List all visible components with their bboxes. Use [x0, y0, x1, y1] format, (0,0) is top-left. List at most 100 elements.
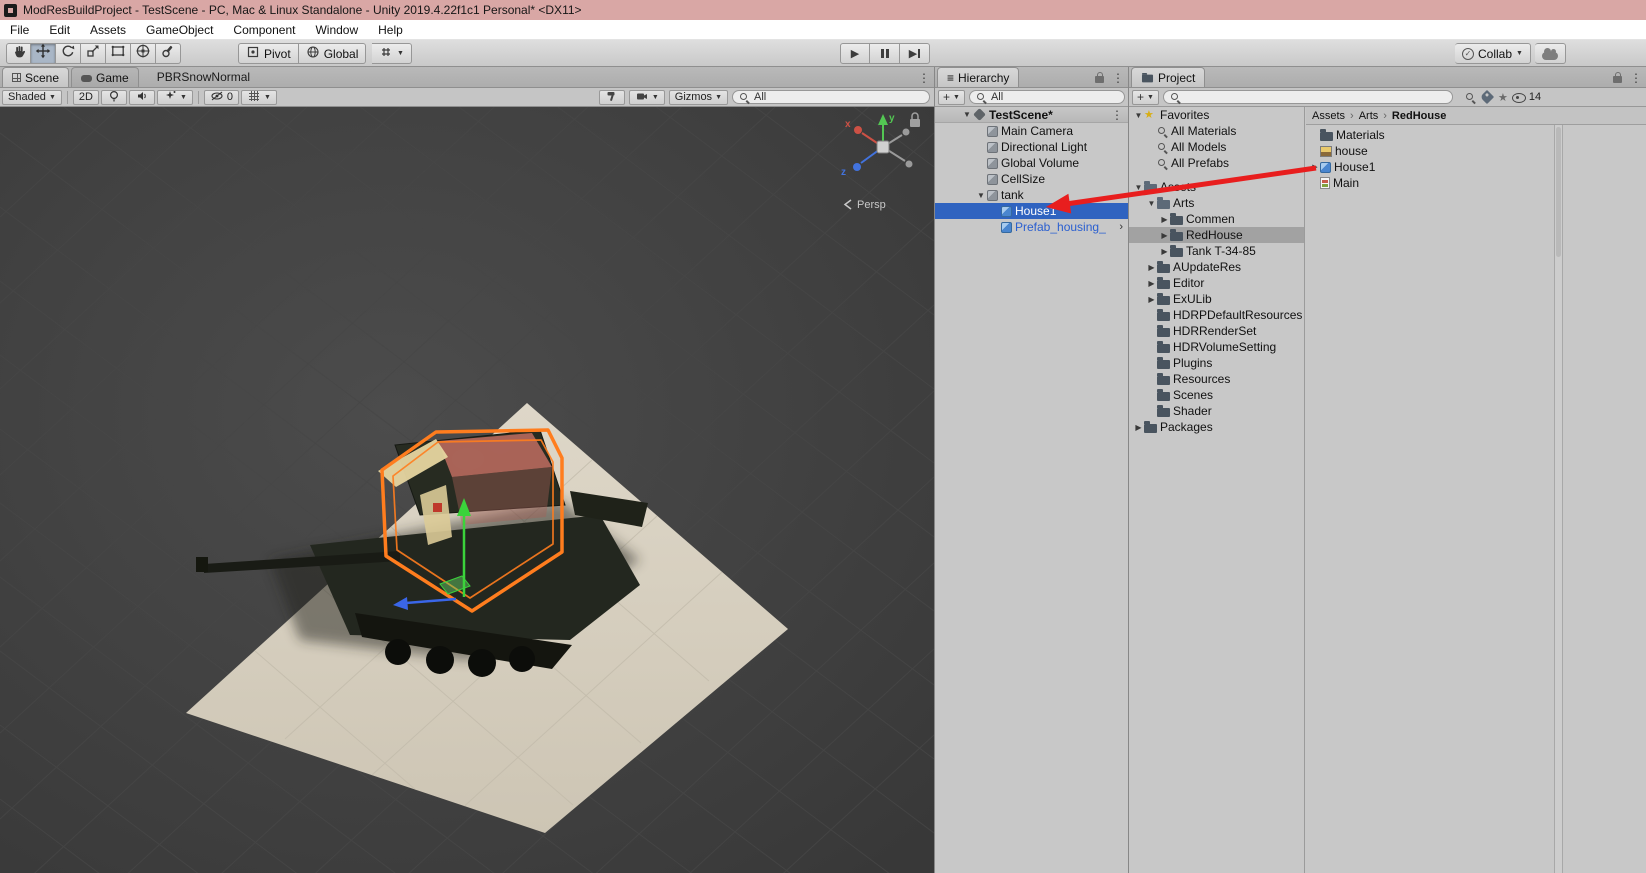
audio-toggle-button[interactable]: [129, 90, 155, 105]
expand-arrow[interactable]: ▼: [1146, 199, 1157, 208]
scene-search-input[interactable]: All: [732, 90, 930, 104]
lock-icon[interactable]: [1613, 76, 1622, 83]
hierarchy-row-testscene[interactable]: ▼TestScene*⋮: [935, 107, 1128, 123]
asset-row-house1[interactable]: ▶House1: [1306, 159, 1646, 175]
project-content-scrollbar[interactable]: [1554, 125, 1563, 873]
project-tree-row-plugins[interactable]: Plugins: [1129, 355, 1304, 371]
hierarchy-row-global-volume[interactable]: Global Volume: [935, 155, 1128, 171]
scene-options-icon[interactable]: ⋮: [918, 71, 930, 85]
project-tree-row-hdrrenderset[interactable]: HDRRenderSet: [1129, 323, 1304, 339]
tab-hierarchy[interactable]: ≡ Hierarchy: [937, 67, 1019, 87]
grid-snap-button[interactable]: ▼: [372, 43, 412, 64]
move-tool-button[interactable]: [31, 43, 56, 64]
scene-viewport[interactable]: y x z Persp: [0, 107, 934, 873]
search-by-type-icon[interactable]: [1465, 92, 1476, 103]
project-tree-row-commen[interactable]: ▶Commen: [1129, 211, 1304, 227]
expand-arrow[interactable]: ▼: [975, 191, 987, 200]
play-button[interactable]: ▶: [840, 43, 870, 64]
project-tree-row-aupdateres[interactable]: ▶AUpdateRes: [1129, 259, 1304, 275]
project-tree-row-favorites[interactable]: ▼★Favorites: [1129, 107, 1304, 123]
hierarchy-options-icon[interactable]: ⋮: [1112, 71, 1124, 85]
expand-arrow[interactable]: ▶: [1310, 163, 1320, 171]
cloud-services-button[interactable]: [1535, 43, 1566, 64]
search-by-label-icon[interactable]: [1480, 90, 1494, 104]
expand-arrow[interactable]: ▶: [1159, 215, 1170, 224]
save-search-icon[interactable]: ★: [1498, 91, 1508, 104]
expand-arrow[interactable]: ▶: [1146, 295, 1157, 304]
project-tree-row-shader[interactable]: Shader: [1129, 403, 1304, 419]
expand-arrow[interactable]: ▼: [1133, 183, 1144, 192]
project-search-input[interactable]: [1163, 90, 1453, 104]
hierarchy-row-directional-light[interactable]: Directional Light: [935, 139, 1128, 155]
expand-arrow[interactable]: ▶: [1159, 231, 1170, 240]
hierarchy-row-prefab-housing[interactable]: Prefab_housing_›: [935, 219, 1128, 235]
project-tree-row-arts[interactable]: ▼Arts: [1129, 195, 1304, 211]
hierarchy-row-cellsize[interactable]: CellSize: [935, 171, 1128, 187]
project-tree-row-editor[interactable]: ▶Editor: [1129, 275, 1304, 291]
rotate-tool-button[interactable]: [56, 43, 81, 64]
breadcrumb-assets[interactable]: Assets: [1312, 110, 1345, 122]
project-tree-row-redhouse[interactable]: ▶RedHouse: [1129, 227, 1304, 243]
hidden-packages-toggle[interactable]: 14: [1512, 91, 1541, 103]
draw-mode-dropdown[interactable]: Shaded ▼: [2, 90, 62, 105]
menu-file[interactable]: File: [0, 21, 39, 39]
asset-row-main[interactable]: Main: [1306, 175, 1646, 191]
asset-row-materials[interactable]: Materials: [1306, 127, 1646, 143]
project-tree-row-packages[interactable]: ▶Packages: [1129, 419, 1304, 435]
collab-button[interactable]: ✓ Collab ▼: [1455, 43, 1531, 64]
persp-label[interactable]: Persp: [857, 199, 886, 211]
lock-icon[interactable]: [1095, 76, 1104, 83]
hierarchy-row-tank[interactable]: ▼tank: [935, 187, 1128, 203]
expand-arrow[interactable]: ▶: [1146, 279, 1157, 288]
project-tree-row-scenes[interactable]: Scenes: [1129, 387, 1304, 403]
project-tree-row-hdrvolumesetting[interactable]: HDRVolumeSetting: [1129, 339, 1304, 355]
expand-arrow[interactable]: ▶: [1146, 263, 1157, 272]
tab-scene[interactable]: Scene: [2, 67, 69, 87]
menu-assets[interactable]: Assets: [80, 21, 136, 39]
prefab-open-chevron[interactable]: ›: [1119, 221, 1128, 233]
lighting-toggle-button[interactable]: [101, 90, 127, 105]
2d-toggle-button[interactable]: 2D: [73, 90, 99, 105]
menu-help[interactable]: Help: [368, 21, 413, 39]
hierarchy-search-input[interactable]: All: [969, 90, 1125, 104]
rect-tool-button[interactable]: [106, 43, 131, 64]
project-tree-row-all-models[interactable]: All Models: [1129, 139, 1304, 155]
hierarchy-row-main-camera[interactable]: Main Camera: [935, 123, 1128, 139]
expand-arrow[interactable]: ▼: [961, 110, 973, 119]
project-tree-row-resources[interactable]: Resources: [1129, 371, 1304, 387]
camera-settings-dropdown[interactable]: ▼: [629, 90, 665, 105]
project-tree-row-tank-t-34-85[interactable]: ▶Tank T-34-85: [1129, 243, 1304, 259]
tab-game[interactable]: Game: [71, 67, 139, 87]
gizmos-dropdown[interactable]: Gizmos ▼: [669, 90, 728, 105]
expand-arrow[interactable]: ▼: [1133, 111, 1144, 120]
menu-edit[interactable]: Edit: [39, 21, 80, 39]
project-tree-row-assets[interactable]: ▼Assets: [1129, 179, 1304, 195]
menu-component[interactable]: Component: [223, 21, 305, 39]
editor-tools-button[interactable]: [599, 90, 625, 105]
pause-button[interactable]: [870, 43, 900, 64]
step-button[interactable]: ▶: [900, 43, 930, 64]
tab-project[interactable]: Project: [1131, 67, 1205, 87]
hierarchy-row-house1[interactable]: House1: [935, 203, 1128, 219]
breadcrumb-arts[interactable]: Arts: [1359, 110, 1379, 122]
scene-header-options-icon[interactable]: ⋮: [1111, 108, 1128, 122]
expand-arrow[interactable]: ▶: [1133, 423, 1144, 432]
hand-tool-button[interactable]: [6, 43, 31, 64]
create-asset-button[interactable]: +▼: [1132, 90, 1159, 105]
scene-grid-dropdown[interactable]: ▼: [241, 90, 277, 105]
menu-gameobject[interactable]: GameObject: [136, 21, 223, 39]
breadcrumb-redhouse[interactable]: RedHouse: [1392, 110, 1446, 122]
gizmo-red-handle[interactable]: [433, 503, 442, 512]
scale-tool-button[interactable]: [81, 43, 106, 64]
scene-visibility-toggle[interactable]: 0: [204, 90, 239, 105]
asset-row-house[interactable]: house: [1306, 143, 1646, 159]
project-tree-row-hdrpdefaultresources[interactable]: HDRPDefaultResources: [1129, 307, 1304, 323]
global-toggle-button[interactable]: Global: [299, 43, 367, 64]
expand-arrow[interactable]: ▶: [1159, 247, 1170, 256]
menu-window[interactable]: Window: [305, 21, 368, 39]
transform-tool-button[interactable]: [131, 43, 156, 64]
project-options-icon[interactable]: ⋮: [1630, 71, 1642, 85]
pivot-toggle-button[interactable]: Pivot: [238, 43, 299, 64]
create-object-button[interactable]: +▼: [938, 90, 965, 105]
custom-tool-button[interactable]: [156, 43, 181, 64]
